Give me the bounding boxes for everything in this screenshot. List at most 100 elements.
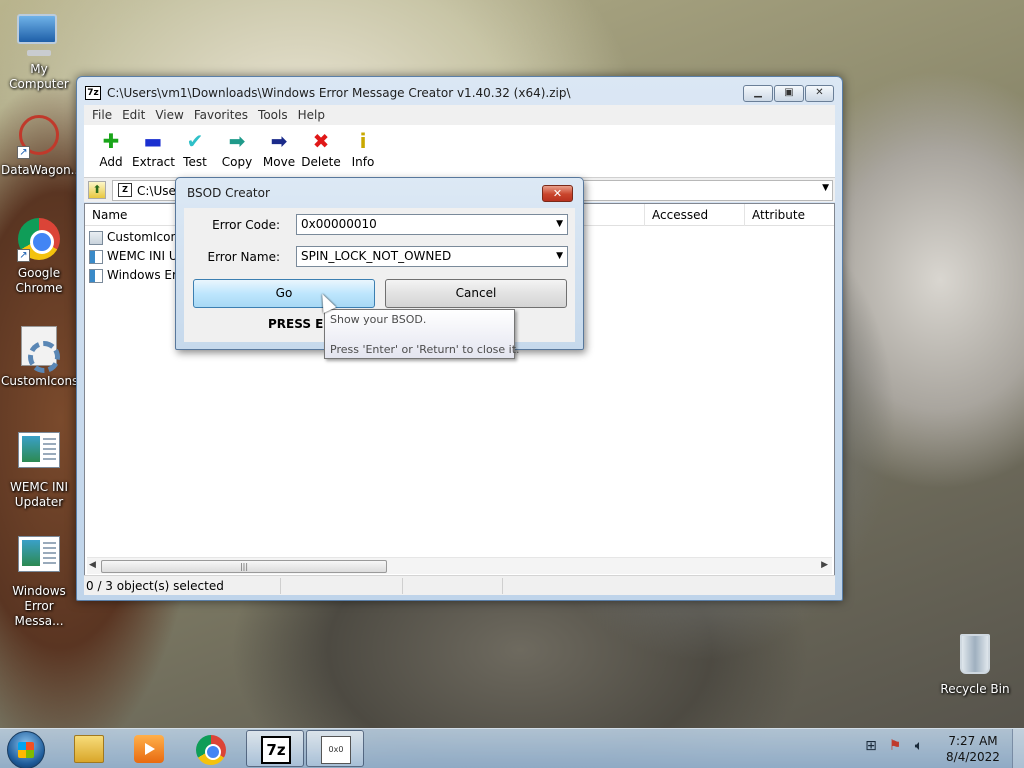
shortcut-arrow-icon: ↗ xyxy=(17,146,30,159)
sevenzip-app-icon: 7z xyxy=(85,86,101,100)
desktop-icon-windows-error-message[interactable]: Windows Error Messa... xyxy=(1,532,77,629)
menu-favorites[interactable]: Favorites xyxy=(193,108,255,122)
status-separator xyxy=(402,578,403,594)
menu-help[interactable]: Help xyxy=(297,108,332,122)
up-folder-button[interactable]: ⬆ xyxy=(88,181,106,199)
sevenzip-icon: 7z xyxy=(261,736,291,764)
chevron-down-icon[interactable]: ▼ xyxy=(822,183,829,193)
media-player-icon xyxy=(134,735,164,763)
info-button[interactable]: i Info xyxy=(342,125,384,177)
menu-file[interactable]: File xyxy=(91,108,119,122)
horizontal-scrollbar[interactable]: ◀ ||| ▶ xyxy=(87,557,832,574)
menu-tools[interactable]: Tools xyxy=(257,108,295,122)
maximize-button[interactable]: ▣ xyxy=(774,85,804,102)
desktop-icon-google-chrome[interactable]: ↗ Google Chrome xyxy=(1,218,77,296)
menu-view[interactable]: View xyxy=(154,108,190,122)
folder-icon xyxy=(74,735,104,763)
taskbar-media-player-button[interactable] xyxy=(120,730,178,767)
list-item[interactable]: Windows Err xyxy=(89,266,182,285)
title-bar[interactable]: 7z C:\Users\vm1\Downloads\Windows Error … xyxy=(77,77,842,107)
show-desktop-button[interactable] xyxy=(1012,729,1024,768)
file-name: CustomIcons xyxy=(107,230,185,244)
file-name: Windows Err xyxy=(107,268,182,282)
path-text: C:\Use xyxy=(137,184,176,198)
desktop-icon-recycle-bin[interactable]: Recycle Bin xyxy=(937,632,1013,697)
close-button[interactable]: ✕ xyxy=(805,85,834,102)
tooltip-line-1: Show your BSOD. xyxy=(330,313,427,326)
scroll-left-icon[interactable]: ◀ xyxy=(89,560,96,570)
list-item[interactable]: WEMC INI Up xyxy=(89,247,185,266)
desktop-icon-customicons[interactable]: CustomIcons xyxy=(1,324,79,389)
error-code-select[interactable]: 0x00000010 ▼ xyxy=(296,214,568,235)
press-instruction-text: PRESS EN xyxy=(268,317,332,331)
delete-label: Delete xyxy=(301,155,341,169)
test-button[interactable]: ✔ Test xyxy=(174,125,216,177)
status-text: 0 / 3 object(s) selected xyxy=(86,579,224,593)
menu-bar: File Edit View Favorites Tools Help xyxy=(84,105,835,125)
desktop-icon-label: Google Chrome xyxy=(15,266,63,295)
copy-button[interactable]: ➡ Copy xyxy=(216,125,258,177)
copy-label: Copy xyxy=(221,155,253,169)
application-icon xyxy=(17,536,61,580)
start-button[interactable] xyxy=(7,731,45,768)
menu-edit[interactable]: Edit xyxy=(121,108,152,122)
status-bar: 0 / 3 object(s) selected xyxy=(84,575,835,595)
extract-label: Extract xyxy=(132,155,175,169)
column-header-accessed[interactable]: Accessed xyxy=(645,204,745,226)
error-code-value: 0x00000010 xyxy=(301,217,377,231)
action-center-flag-icon[interactable]: ⚑ xyxy=(886,737,904,755)
error-name-select[interactable]: SPIN_LOCK_NOT_OWNED ▼ xyxy=(296,246,568,267)
system-clock[interactable]: 7:27 AM 8/4/2022 xyxy=(938,733,1008,765)
chrome-icon: ↗ xyxy=(17,218,61,262)
taskbar-explorer-button[interactable] xyxy=(60,730,118,767)
computer-icon xyxy=(17,14,61,58)
clock-date: 8/4/2022 xyxy=(946,750,1000,764)
tooltip-line-2: Press 'Enter' or 'Return' to close it. xyxy=(330,343,520,356)
chevron-down-icon: ▼ xyxy=(556,251,563,261)
file-name: WEMC INI Up xyxy=(107,249,186,263)
error-message-app-icon: 0x0 xyxy=(321,736,351,764)
scroll-right-icon[interactable]: ▶ xyxy=(821,560,828,570)
info-label: Info xyxy=(351,155,375,169)
minus-icon: ▬ xyxy=(143,129,163,153)
dialog-close-button[interactable]: ✕ xyxy=(542,185,573,202)
plus-icon: ✚ xyxy=(102,129,120,153)
dialog-title: BSOD Creator xyxy=(187,186,270,200)
delete-button[interactable]: ✖ Delete xyxy=(300,125,342,177)
desktop-icon-label: Windows Error Messa... xyxy=(12,584,66,628)
list-item[interactable]: CustomIcons xyxy=(89,228,184,247)
network-icon[interactable]: ⊞ xyxy=(862,737,880,755)
taskbar-chrome-button[interactable] xyxy=(182,730,240,767)
minimize-button[interactable]: ▁ xyxy=(743,85,773,102)
taskbar-7zip-button[interactable]: 7z xyxy=(246,730,304,767)
volume-icon[interactable]: 🔈︎ xyxy=(910,737,928,755)
cancel-button[interactable]: Cancel xyxy=(385,279,567,308)
desktop-icon-my-computer[interactable]: My Computer xyxy=(1,10,77,92)
maximize-icon: ▣ xyxy=(784,87,794,98)
desktop-icon-label: CustomIcons xyxy=(1,374,79,388)
taskbar-wemc-button[interactable]: 0x0 xyxy=(306,730,364,767)
go-button[interactable]: Go xyxy=(193,279,375,308)
column-header-attributes[interactable]: Attribute xyxy=(745,204,837,226)
recycle-bin-icon xyxy=(953,634,997,678)
application-icon xyxy=(89,268,103,283)
up-arrow-icon: ⬆ xyxy=(92,183,102,196)
move-button[interactable]: ➡ Move xyxy=(258,125,300,177)
add-button[interactable]: ✚ Add xyxy=(90,125,132,177)
desktop-icon-label: DataWagon... xyxy=(1,163,83,177)
copy-arrow-icon: ➡ xyxy=(228,129,246,153)
application-icon xyxy=(89,249,103,264)
folder-icon xyxy=(89,230,103,245)
extract-button[interactable]: ▬ Extract xyxy=(132,125,175,177)
go-button-tooltip: Show your BSOD. Press 'Enter' or 'Return… xyxy=(324,309,520,359)
error-code-label: Error Code: xyxy=(212,218,280,232)
close-icon: ✕ xyxy=(552,187,563,200)
desktop-icon-datawagon[interactable]: ↗ DataWagon... xyxy=(1,115,83,178)
status-separator xyxy=(502,578,503,594)
info-icon: i xyxy=(359,129,367,153)
desktop-icon-wemc-ini-updater[interactable]: WEMC INI Updater xyxy=(1,428,77,510)
scroll-thumb[interactable]: ||| xyxy=(101,560,387,573)
error-name-label: Error Name: xyxy=(207,250,280,264)
shortcut-arrow-icon: ↗ xyxy=(17,249,30,262)
system-tray: ⊞ ⚑ 🔈︎ xyxy=(862,737,928,755)
